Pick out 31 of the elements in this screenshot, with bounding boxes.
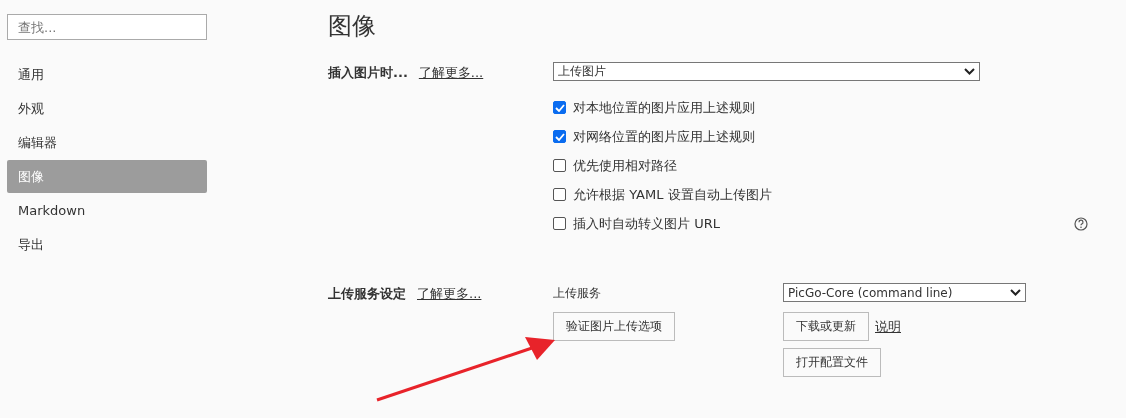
service-label: 上传服务 — [553, 285, 602, 302]
sidebar-item[interactable]: 通用 — [7, 58, 207, 91]
page-title: 图像 — [328, 11, 377, 42]
upload-select[interactable]: 上传图片 — [553, 62, 980, 81]
sidebar-item[interactable]: 编辑器 — [7, 126, 207, 159]
verify-button[interactable]: 验证图片上传选项 — [553, 312, 675, 341]
checkbox-label: 优先使用相对路径 — [573, 156, 677, 175]
open-config-button[interactable]: 打开配置文件 — [783, 348, 881, 377]
checkbox[interactable] — [553, 101, 566, 114]
sidebar-item[interactable]: Markdown — [7, 194, 207, 227]
checkbox[interactable] — [553, 217, 566, 230]
checkbox[interactable] — [553, 159, 566, 172]
help-icon[interactable] — [1074, 216, 1088, 231]
checkbox-label: 允许根据 YAML 设置自动上传图片 — [573, 185, 772, 204]
learn-more-link[interactable]: 了解更多... — [417, 285, 482, 303]
help-link[interactable]: 说明 — [875, 317, 901, 336]
chevron-icon — [964, 68, 975, 75]
checkbox-label: 插入时自动转义图片 URL — [573, 214, 720, 233]
learn-more-link[interactable]: 了解更多... — [418, 64, 484, 82]
service-select[interactable]: PicGo-Core (command line) — [783, 283, 1026, 302]
sidebar-item[interactable]: 导出 — [7, 228, 207, 261]
sidebar-item[interactable]: 外观 — [7, 92, 207, 125]
checkbox-label: 对网络位置的图片应用上述规则 — [573, 127, 755, 146]
chevron-icon — [1010, 289, 1021, 296]
download-button[interactable]: 下载或更新 — [783, 312, 869, 341]
checkbox-label: 对本地位置的图片应用上述规则 — [573, 98, 755, 117]
search-field[interactable]: 查找... — [7, 14, 207, 40]
section-label: 插入图片时... — [328, 64, 408, 82]
section-label: 上传服务设定 — [328, 285, 406, 303]
checkbox[interactable] — [553, 188, 566, 201]
checkbox[interactable] — [553, 130, 566, 143]
